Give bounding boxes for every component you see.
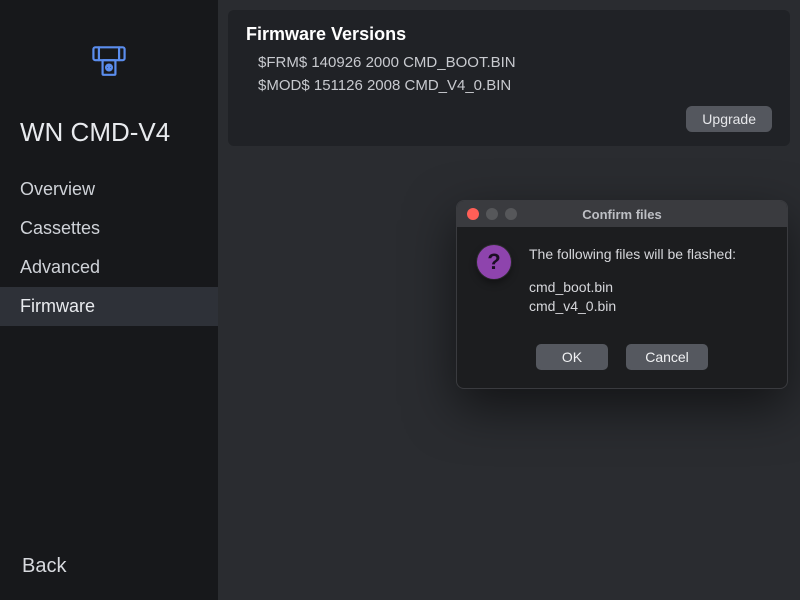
flash-file: cmd_boot.bin [529, 278, 736, 297]
flash-file: cmd_v4_0.bin [529, 297, 736, 316]
sidebar-item-overview[interactable]: Overview [0, 170, 218, 209]
cancel-button[interactable]: Cancel [626, 344, 708, 370]
zoom-icon [505, 208, 517, 220]
upgrade-button[interactable]: Upgrade [686, 106, 772, 132]
dialog-actions: OK Cancel [457, 326, 787, 388]
question-icon: ? [477, 245, 511, 279]
main-panel: Firmware Versions $FRM$ 140926 2000 CMD_… [218, 0, 800, 600]
firmware-line: $MOD$ 151126 2008 CMD_V4_0.BIN [246, 74, 772, 97]
dialog-body: ? The following files will be flashed: c… [457, 227, 787, 326]
sidebar-item-firmware[interactable]: Firmware [0, 287, 218, 326]
ok-button[interactable]: OK [536, 344, 608, 370]
dialog-lead: The following files will be flashed: [529, 245, 736, 264]
dialog-text: The following files will be flashed: cmd… [529, 245, 736, 316]
window-controls [457, 208, 517, 220]
sidebar-item-advanced[interactable]: Advanced [0, 248, 218, 287]
sidebar-nav: Overview Cassettes Advanced Firmware [0, 170, 218, 326]
device-icon-wrap [0, 40, 218, 89]
firmware-versions-card: Firmware Versions $FRM$ 140926 2000 CMD_… [228, 10, 790, 146]
confirm-files-dialog: Confirm files ? The following files will… [456, 200, 788, 389]
minimize-icon [486, 208, 498, 220]
dialog-titlebar[interactable]: Confirm files [457, 201, 787, 227]
app-root: WN CMD-V4 Overview Cassettes Advanced Fi… [0, 0, 800, 600]
close-icon[interactable] [467, 208, 479, 220]
device-title: WN CMD-V4 [0, 117, 218, 170]
sidebar: WN CMD-V4 Overview Cassettes Advanced Fi… [0, 0, 218, 600]
card-actions: Upgrade [246, 106, 772, 132]
atm-icon [87, 40, 131, 89]
sidebar-item-cassettes[interactable]: Cassettes [0, 209, 218, 248]
card-title: Firmware Versions [246, 24, 772, 45]
back-button[interactable]: Back [0, 537, 218, 600]
firmware-line: $FRM$ 140926 2000 CMD_BOOT.BIN [246, 51, 772, 74]
